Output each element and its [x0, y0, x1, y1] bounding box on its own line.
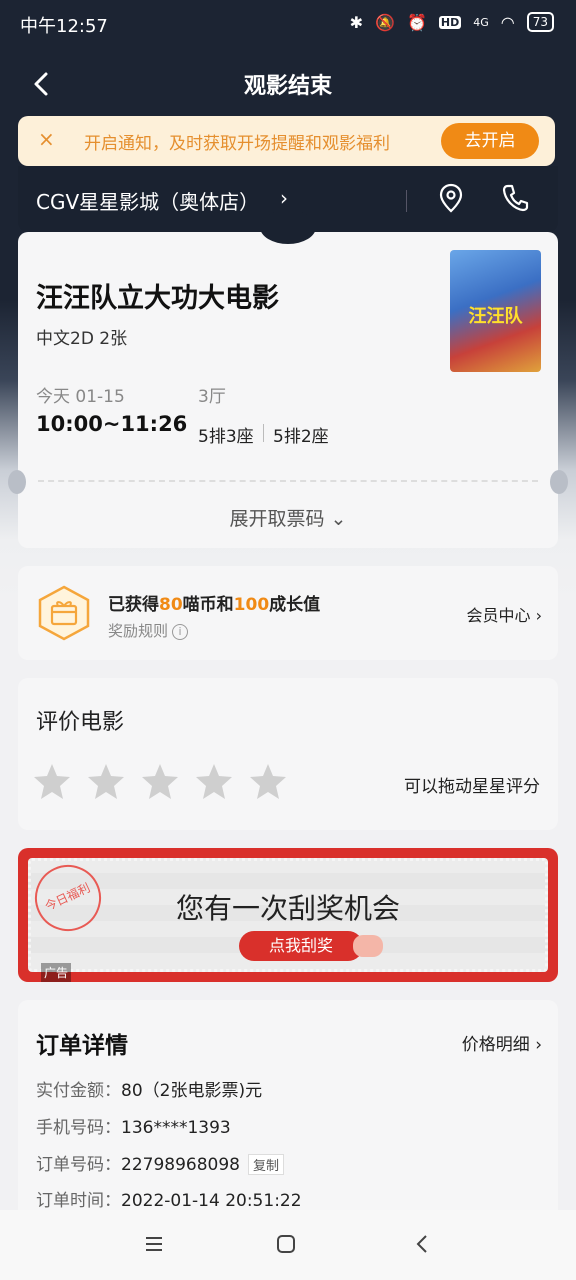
battery-icon: 73	[526, 12, 554, 32]
reward-text-pre: 已获得	[108, 595, 159, 615]
notification-text: 开启通知，及时获取开场提醒和观影福利	[84, 134, 390, 154]
reward-text-post: 成长值	[269, 595, 321, 615]
order-row-key: 订单时间：	[36, 1191, 121, 1211]
star-icon[interactable]	[248, 762, 288, 802]
hd-badge: HD	[438, 15, 462, 29]
status-bar: 中午12:57 ✱ 🔕 ⏰ HD 4G ◠ 73	[0, 0, 576, 48]
order-row-key: 手机号码：	[36, 1118, 121, 1138]
status-time: 中午12:57	[20, 16, 108, 37]
reward-text: 已获得80喵币和100成长值	[108, 590, 320, 615]
order-row-value: 2022-01-14 20:51:22	[121, 1191, 302, 1211]
dashed-divider	[38, 480, 538, 482]
hall-label: 3厅	[198, 387, 226, 407]
divider	[406, 190, 407, 212]
order-row-value: 136****1393	[121, 1118, 231, 1138]
star-icon[interactable]	[32, 762, 72, 802]
order-row-amount: 实付金额：80（2张电影票)元	[36, 1076, 262, 1101]
reward-text-mid: 喵币和	[182, 595, 234, 615]
scratch-title: 您有一次刮奖机会	[175, 892, 400, 925]
show-date: 今天 01-15	[36, 387, 125, 407]
star-rating[interactable]	[32, 762, 288, 802]
star-icon[interactable]	[194, 762, 234, 802]
ticket-notch-right	[550, 470, 568, 494]
coins-value: 80	[159, 595, 183, 615]
order-row-key: 实付金额：	[36, 1081, 121, 1101]
info-icon: i	[172, 623, 189, 640]
order-details-card: 订单详情 价格明细 › 实付金额：80（2张电影票)元 手机号码：136****…	[18, 1000, 558, 1220]
movie-title[interactable]: 汪汪队立大功大电影	[36, 276, 279, 315]
order-row-time: 订单时间：2022-01-14 20:51:22	[36, 1186, 302, 1211]
location-icon[interactable]	[436, 182, 466, 214]
status-icons: ✱ 🔕 ⏰ HD 4G ◠ 73	[350, 12, 554, 32]
price-detail-link[interactable]: 价格明细 ›	[462, 1030, 542, 1055]
pointing-hand-icon	[353, 935, 383, 957]
order-row-value: 80（2张电影票)元	[121, 1081, 263, 1101]
seat-label: 5排2座	[273, 427, 329, 447]
gift-icon	[38, 585, 90, 641]
order-row-number: 订单号码：22798968098 复制	[36, 1150, 284, 1175]
star-icon[interactable]	[86, 762, 126, 802]
close-icon[interactable]: ×	[38, 127, 55, 151]
ticket-notch-left	[8, 470, 26, 494]
cinema-name: CGV星星影城（奥体店）	[36, 190, 260, 214]
chevron-right-icon: ›	[280, 186, 288, 210]
member-center-link[interactable]: 会员中心 ›	[467, 602, 543, 626]
nav-bar: 观影结束	[0, 58, 576, 110]
signal-icon: 4G	[473, 15, 489, 29]
mute-icon: 🔕	[375, 12, 395, 32]
expand-ticket-code-button[interactable]: 展开取票码 ⌄	[18, 504, 558, 531]
rating-card: 评价电影 可以拖动星星评分	[18, 678, 558, 830]
show-time: 10:00~11:26	[36, 412, 188, 436]
order-row-phone: 手机号码：136****1393	[36, 1113, 231, 1138]
copy-button[interactable]: 复制	[247, 1154, 284, 1175]
alarm-icon: ⏰	[406, 12, 427, 32]
poster-title: 汪汪队	[468, 306, 523, 327]
reward-rule-link[interactable]: 奖励规则 i	[108, 620, 189, 641]
reward-rule-label: 奖励规则	[108, 622, 169, 640]
wifi-icon: ◠	[500, 12, 515, 32]
ticket-notch	[260, 210, 316, 244]
bluetooth-icon: ✱	[349, 12, 364, 32]
ticket-card: 汪汪队立大功大电影 中文2D 2张 汪汪队 今天 01-15 10:00~11:…	[8, 210, 568, 548]
movie-poster[interactable]: 汪汪队	[450, 250, 541, 372]
notification-banner: × 开启通知，及时获取开场提醒和观影福利 去开启	[18, 116, 555, 166]
reward-card: 已获得80喵币和100成长值 奖励规则 i 会员中心 ›	[18, 566, 558, 660]
star-icon[interactable]	[140, 762, 180, 802]
scratch-ad-banner[interactable]: 今日福利 您有一次刮奖机会 点我刮奖 广告	[18, 848, 558, 982]
order-row-key: 订单号码：	[36, 1155, 121, 1175]
movie-format: 中文2D 2张	[36, 329, 128, 349]
phone-icon[interactable]	[500, 182, 530, 214]
growth-value: 100	[233, 595, 270, 615]
divider	[263, 424, 264, 442]
ad-label: 广告	[41, 963, 72, 982]
system-nav-bar	[0, 1210, 576, 1280]
back-nav-icon[interactable]	[412, 1234, 432, 1254]
page-title: 观影结束	[243, 74, 332, 99]
scratch-button[interactable]: 点我刮奖	[239, 931, 363, 961]
enable-notification-button[interactable]: 去开启	[441, 123, 539, 159]
rating-hint: 可以拖动星星评分	[404, 777, 540, 797]
order-row-value: 22798968098	[121, 1155, 240, 1175]
seat-label: 5排3座	[198, 427, 254, 447]
menu-icon[interactable]	[144, 1234, 164, 1254]
home-icon[interactable]	[276, 1234, 296, 1254]
scratch-area: 今日福利 您有一次刮奖机会 点我刮奖 广告	[24, 854, 548, 982]
rating-title: 评价电影	[36, 710, 125, 735]
order-title: 订单详情	[36, 1033, 128, 1059]
